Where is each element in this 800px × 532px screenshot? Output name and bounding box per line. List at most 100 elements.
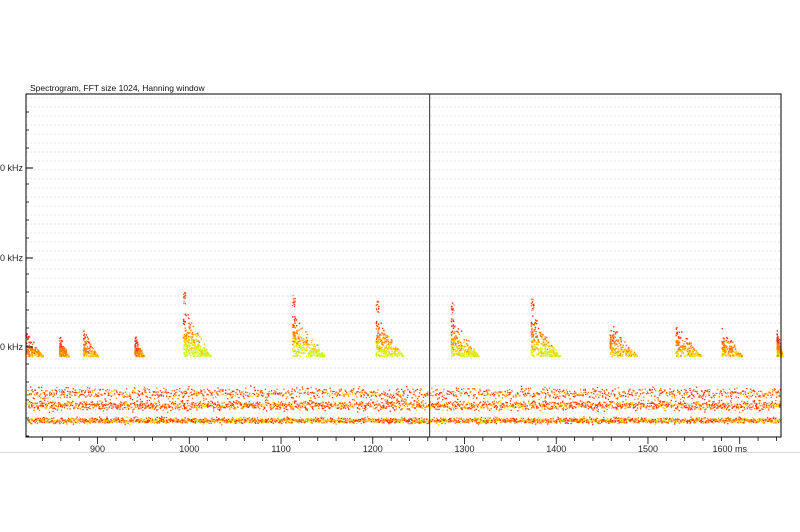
noise-cell — [663, 417, 665, 419]
noise-cell — [462, 421, 464, 423]
noise-cell — [148, 416, 150, 419]
noise-cell — [243, 403, 246, 405]
noise-cell — [256, 401, 259, 403]
noise-cell — [749, 406, 751, 408]
noise-cell — [106, 416, 108, 418]
noise-cell — [590, 418, 593, 420]
noise-cell — [685, 418, 687, 420]
noise-cell — [174, 419, 176, 421]
noise-cell — [339, 406, 341, 408]
noise-cell — [123, 418, 126, 421]
noise-cell — [456, 401, 458, 403]
noise-cell — [771, 401, 774, 403]
noise-cell — [725, 420, 727, 422]
noise-cell — [167, 403, 169, 406]
noise-cell — [537, 406, 539, 409]
noise-cell — [568, 406, 570, 409]
noise-cell — [422, 418, 424, 421]
noise-cell — [273, 405, 275, 408]
noise-cell — [435, 422, 438, 424]
noise-cell — [373, 417, 375, 420]
noise-cell — [573, 417, 575, 419]
noise-cell — [373, 404, 376, 407]
noise-cell — [321, 416, 323, 418]
noise-cell — [722, 420, 724, 422]
noise-cell — [680, 406, 682, 409]
noise-cell — [192, 421, 194, 423]
noise-cell — [542, 418, 544, 420]
noise-cell — [226, 406, 229, 408]
noise-cell — [570, 402, 572, 404]
noise-cell — [223, 406, 225, 409]
noise-cell — [291, 407, 293, 409]
noise-cell — [713, 418, 715, 420]
noise-cell — [323, 422, 325, 424]
noise-cell — [478, 410, 480, 412]
noise-cell — [122, 407, 124, 409]
noise-cell — [540, 418, 543, 421]
noise-cell — [491, 418, 493, 420]
noise-cell — [199, 401, 202, 403]
noise-cell — [66, 405, 68, 407]
noise-cell — [578, 421, 580, 423]
noise-cell — [403, 402, 405, 405]
noise-cell — [164, 417, 166, 419]
noise-cell — [415, 409, 418, 411]
noise-cell — [281, 422, 283, 425]
noise-cell — [489, 417, 491, 419]
noise-cell — [634, 421, 636, 423]
noise-cell — [468, 401, 470, 404]
noise-cell — [267, 421, 269, 424]
noise-cell — [30, 404, 33, 406]
noise-cell — [192, 401, 194, 404]
noise-cell — [395, 418, 397, 420]
noise-cell — [185, 419, 187, 421]
noise-cell — [279, 421, 281, 424]
noise-cell — [135, 406, 137, 409]
noise-cell — [596, 407, 598, 409]
noise-cell — [161, 417, 163, 419]
noise-cell — [139, 405, 141, 407]
noise-cell — [273, 418, 275, 420]
noise-cell — [346, 418, 348, 421]
noise-cell — [729, 408, 731, 411]
noise-cell — [474, 409, 476, 411]
noise-cell — [37, 408, 39, 410]
noise-cell — [97, 405, 100, 407]
noise-cell — [615, 417, 617, 419]
noise-cell — [334, 421, 336, 423]
noise-cell — [83, 421, 85, 423]
noise-cell — [704, 417, 707, 419]
noise-cell — [196, 409, 198, 411]
noise-cell — [224, 407, 226, 409]
noise-cell — [198, 406, 200, 409]
noise-cell — [153, 419, 155, 422]
noise-cell — [56, 403, 58, 405]
noise-cell — [591, 423, 594, 426]
noise-cell — [550, 402, 553, 404]
noise-cell — [366, 404, 368, 407]
noise-cell — [640, 419, 642, 421]
noise-cell — [66, 402, 68, 405]
noise-cell — [387, 401, 389, 403]
noise-cell — [201, 421, 203, 423]
noise-cell — [678, 405, 680, 407]
noise-cell — [631, 401, 634, 404]
noise-cell — [613, 416, 615, 418]
noise-cell — [352, 398, 354, 401]
noise-cell — [386, 406, 388, 408]
noise-cell — [369, 403, 372, 406]
noise-cell — [184, 403, 186, 405]
noise-cell — [644, 417, 646, 420]
noise-cell — [544, 408, 546, 411]
noise-cell — [514, 422, 516, 424]
noise-cell — [561, 408, 563, 410]
noise-cell — [395, 408, 398, 410]
noise-cell — [594, 419, 596, 421]
noise-cell — [753, 418, 755, 420]
noise-cell — [284, 403, 287, 405]
noise-cell — [400, 404, 402, 407]
noise-cell — [145, 404, 147, 406]
noise-cell — [132, 411, 134, 413]
noise-cell — [132, 419, 134, 421]
